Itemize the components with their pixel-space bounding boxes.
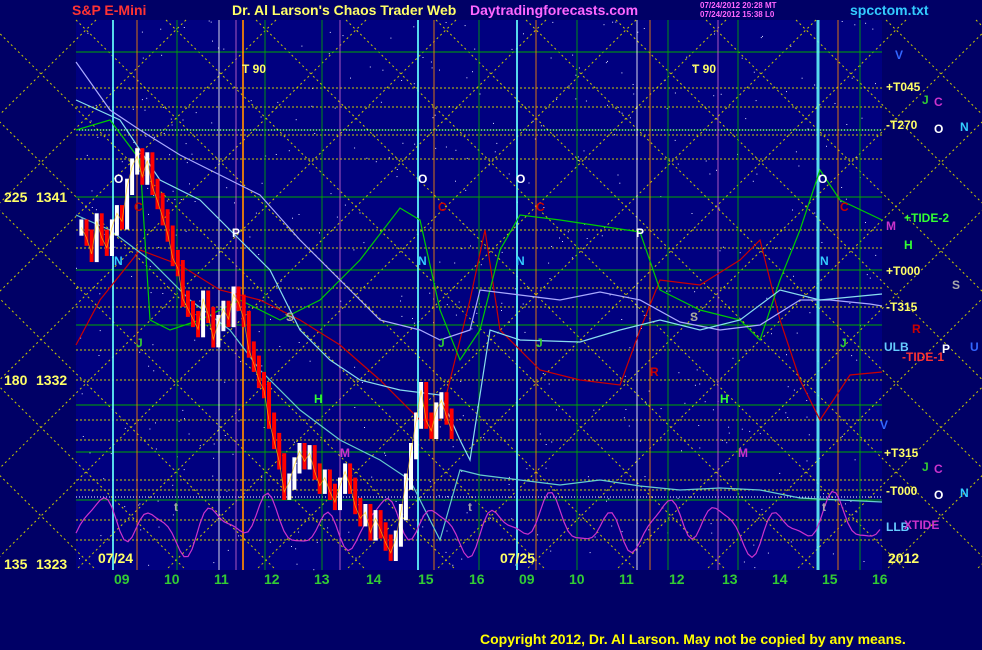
- chart-marker: S: [690, 310, 699, 324]
- chart-marker: C: [840, 200, 849, 214]
- chart-marker: t: [468, 500, 472, 514]
- right-label: S: [952, 278, 961, 292]
- timestamp-2: 07/24/2012 15:38 L0: [700, 10, 775, 19]
- chart-marker: M: [340, 446, 350, 460]
- right-label: +TIDE-2: [904, 211, 950, 225]
- right-label: -T315: [886, 300, 918, 314]
- right-label: +T045: [886, 80, 921, 94]
- chart-marker: P: [232, 226, 241, 240]
- hour-label: 12: [264, 571, 280, 587]
- data-file-name: spcctom.txt: [850, 2, 929, 18]
- chart-marker: N: [516, 254, 525, 268]
- instrument-title: S&P E-Mini: [72, 2, 147, 18]
- chart-marker: O: [418, 172, 428, 186]
- chart-marker: S: [286, 310, 295, 324]
- right-label: -T270: [886, 118, 918, 132]
- hour-label: 16: [469, 571, 485, 587]
- chart-marker: C: [536, 200, 545, 214]
- label-overlay: S&P E-Mini Dr. Al Larson's Chaos Trader …: [0, 0, 982, 650]
- chart-marker: C: [438, 200, 447, 214]
- hour-label: 09: [519, 571, 535, 587]
- right-label: J: [922, 460, 929, 474]
- right-label: -TIDE-1: [902, 350, 944, 364]
- chart-marker: J: [536, 336, 543, 350]
- right-label: +T000: [886, 264, 921, 278]
- chart-marker: H: [314, 392, 323, 406]
- hour-label: 12: [669, 571, 685, 587]
- hour-label: 11: [214, 571, 229, 587]
- hour-label: 13: [314, 571, 330, 587]
- site-name[interactable]: Daytradingforecasts.com: [470, 2, 638, 18]
- y-axis-degree-label: 135: [4, 556, 28, 572]
- chart-marker: R: [650, 365, 659, 379]
- right-label: O: [934, 488, 944, 502]
- chart-marker: C: [134, 200, 143, 214]
- hour-label: 14: [366, 571, 382, 587]
- y-axis-degree-label: 180: [4, 372, 28, 388]
- chart-marker: J: [136, 336, 143, 350]
- hour-label: 15: [418, 571, 434, 587]
- chart-marker: N: [820, 254, 829, 268]
- date-label-0724: 07/24: [98, 550, 134, 566]
- chart-marker: O: [516, 172, 526, 186]
- right-label: M: [886, 219, 896, 233]
- right-label: C: [934, 462, 943, 476]
- copyright-notice: Copyright 2012, Dr. Al Larson. May not b…: [480, 631, 906, 647]
- right-label: J: [922, 93, 929, 107]
- hour-label: 13: [722, 571, 738, 587]
- year-label: 2012: [888, 550, 920, 566]
- chart-marker: t: [174, 500, 178, 514]
- chart-title: Dr. Al Larson's Chaos Trader Web: [232, 2, 457, 18]
- timestamp-1: 07/24/2012 20:28 MT: [700, 1, 777, 10]
- right-label: V: [880, 418, 889, 432]
- hour-label: 10: [569, 571, 585, 587]
- hour-label: 15: [822, 571, 838, 587]
- chart-marker: H: [720, 392, 729, 406]
- chart-marker: P: [636, 226, 645, 240]
- chart-marker: N: [418, 254, 427, 268]
- chart-marker: J: [840, 336, 847, 350]
- chart-marker: O: [818, 172, 828, 186]
- right-label: O: [934, 122, 944, 136]
- chart-marker: T 90: [692, 62, 717, 76]
- y-axis-price-label: 1323: [36, 556, 68, 572]
- right-label: R: [912, 322, 921, 336]
- hour-label: 09: [114, 571, 130, 587]
- chart-marker: T 90: [242, 62, 267, 76]
- hour-label: 14: [772, 571, 788, 587]
- right-label: XTIDE: [904, 518, 940, 532]
- date-label-0725: 07/25: [500, 550, 536, 566]
- hour-label: 11: [619, 571, 634, 587]
- right-label: V: [895, 48, 904, 62]
- y-axis-price-label: 1332: [36, 372, 68, 388]
- chart-marker: N: [114, 254, 123, 268]
- y-axis-degree-label: 225: [4, 189, 28, 205]
- right-label: N: [960, 486, 969, 500]
- y-axis-price-label: 1341: [36, 189, 68, 205]
- right-label: +T315: [884, 446, 919, 460]
- hour-label: 16: [872, 571, 888, 587]
- right-label: N: [960, 120, 969, 134]
- hour-label: 10: [164, 571, 180, 587]
- chart-marker: J: [438, 336, 445, 350]
- chart-marker: t: [822, 500, 826, 514]
- chart-marker: O: [114, 172, 124, 186]
- right-label: -T000: [886, 484, 918, 498]
- right-label: C: [934, 95, 943, 109]
- chart-marker: M: [738, 446, 748, 460]
- right-label: U: [970, 340, 979, 354]
- right-label: H: [904, 238, 913, 252]
